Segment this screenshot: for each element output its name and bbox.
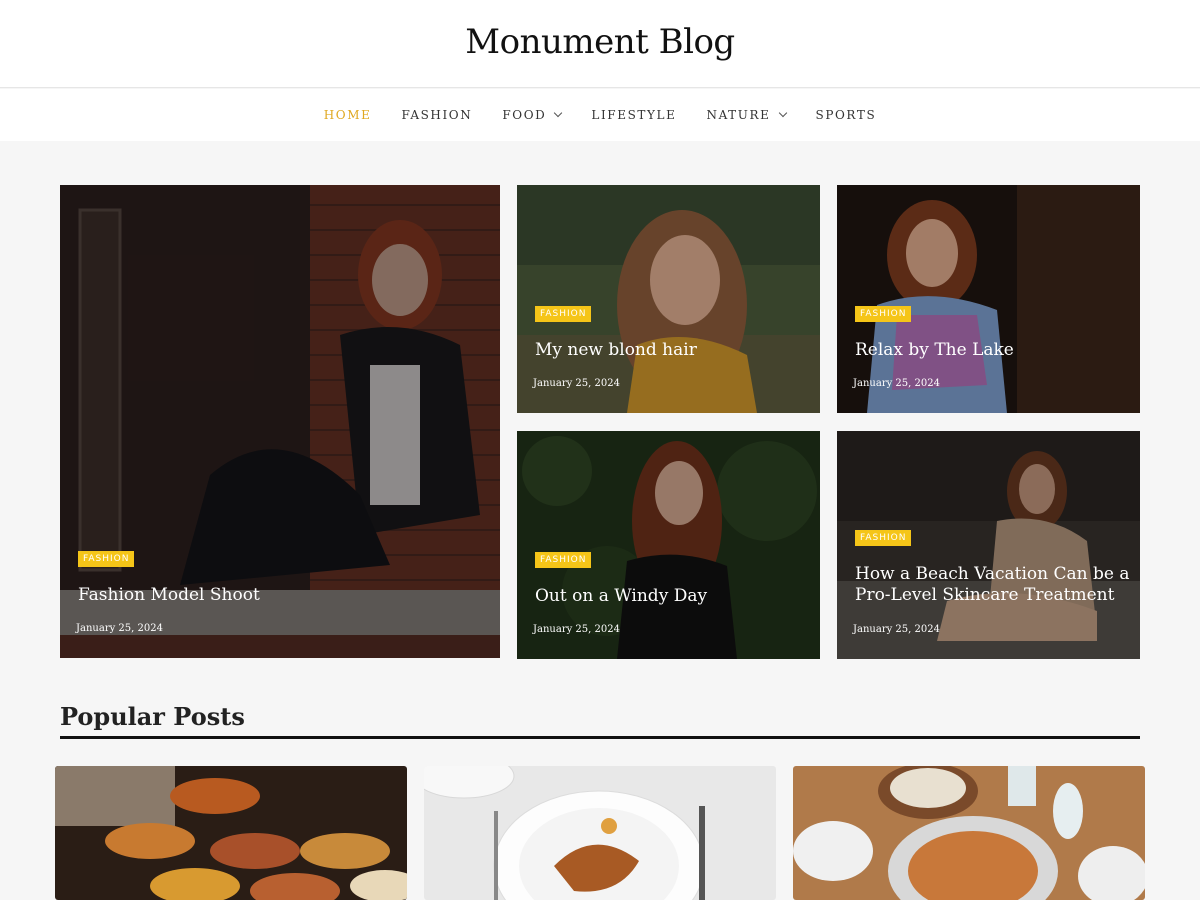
post-date: January 25, 2024	[853, 378, 940, 389]
featured-post-card[interactable]: FASHION How a Beach Vacation Can be a Pr…	[837, 431, 1140, 659]
nav-item-label: LIFESTYLE	[591, 108, 677, 122]
post-title-line: How a Beach Vacation Can be a	[855, 564, 1130, 584]
main-navigation: HOME FASHION FOOD LIFESTYLE NATURE SPORT…	[0, 89, 1200, 141]
nav-item-label: HOME	[323, 108, 372, 122]
popular-post-card[interactable]	[793, 766, 1145, 900]
post-thumbnail	[424, 766, 776, 900]
post-title[interactable]: My new blond hair	[535, 340, 697, 361]
chevron-down-icon	[554, 108, 563, 118]
post-title[interactable]: Out on a Windy Day	[535, 586, 707, 607]
category-badge[interactable]: FASHION	[78, 551, 135, 567]
post-title[interactable]: Fashion Model Shoot	[78, 585, 260, 606]
featured-post-card[interactable]: FASHION Fashion Model Shoot January 25, …	[60, 185, 500, 658]
popular-post-card[interactable]	[55, 766, 407, 900]
site-header: Monument Blog	[0, 0, 1200, 88]
category-badge[interactable]: FASHION	[855, 530, 912, 546]
nav-item-label: FOOD	[502, 108, 547, 122]
nav-item-sports[interactable]: SPORTS	[816, 108, 877, 122]
nav-item-fashion[interactable]: FASHION	[401, 108, 472, 122]
nav-item-label: SPORTS	[815, 108, 877, 122]
nav-item-label: NATURE	[706, 108, 771, 122]
section-divider	[60, 736, 1140, 739]
post-date: January 25, 2024	[853, 624, 940, 635]
nav-item-home[interactable]: HOME	[324, 108, 372, 122]
nav-item-nature[interactable]: NATURE	[706, 108, 787, 122]
post-title-line: Pro-Level Skincare Treatment	[855, 585, 1115, 605]
section-heading: Popular Posts	[60, 702, 245, 731]
post-thumbnail	[793, 766, 1145, 900]
post-title[interactable]: Relax by The Lake	[855, 340, 1014, 361]
nav-item-label: FASHION	[401, 108, 473, 122]
site-title[interactable]: Monument Blog	[0, 22, 1200, 62]
nav-item-lifestyle[interactable]: LIFESTYLE	[591, 108, 676, 122]
popular-post-card[interactable]	[424, 766, 776, 900]
featured-post-card[interactable]: FASHION My new blond hair January 25, 20…	[517, 185, 820, 413]
post-thumbnail	[55, 766, 407, 900]
post-date: January 25, 2024	[533, 624, 620, 635]
category-badge[interactable]: FASHION	[855, 306, 912, 322]
post-date: January 25, 2024	[533, 378, 620, 389]
featured-post-card[interactable]: FASHION Relax by The Lake January 25, 20…	[837, 185, 1140, 413]
category-badge[interactable]: FASHION	[535, 306, 592, 322]
chevron-down-icon	[778, 108, 787, 118]
post-title[interactable]: How a Beach Vacation Can be a Pro-Level …	[855, 564, 1129, 606]
nav-item-food[interactable]: FOOD	[502, 108, 563, 122]
featured-post-card[interactable]: FASHION Out on a Windy Day January 25, 2…	[517, 431, 820, 659]
post-date: January 25, 2024	[76, 623, 163, 634]
category-badge[interactable]: FASHION	[535, 552, 592, 568]
